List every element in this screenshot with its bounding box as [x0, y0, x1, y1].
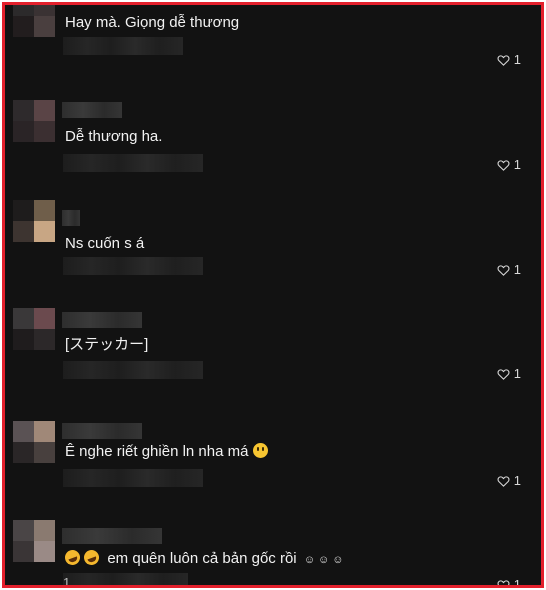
comment-text: Hay mà. Giọng dễ thương: [65, 14, 240, 31]
comment-meta: [63, 469, 203, 487]
comment-text: Ê nghe riết ghiền ln nha má: [65, 443, 249, 460]
heart-icon: [497, 160, 510, 171]
smiley-emoji-icon: ☺: [318, 554, 330, 566]
comment-text-row: Ê nghe riết ghiền ln nha má: [65, 443, 268, 461]
heart-icon: [497, 369, 510, 380]
like-count: 1: [513, 366, 521, 381]
like-button[interactable]: 1: [497, 262, 521, 278]
heart-icon: [497, 265, 510, 276]
grinning-face-emoji-icon: [252, 443, 268, 458]
comment-meta: [63, 257, 203, 275]
comment-text: em quên luôn cả bản gốc rồi: [107, 550, 297, 567]
comment-meta: [63, 361, 203, 379]
like-count: 1: [513, 577, 521, 588]
comment-item: em quên luôn cả bản gốc rồi ☺ ☺ ☺ 1 1: [5, 510, 541, 588]
like-count: 1: [513, 473, 521, 488]
comment-meta: [63, 154, 203, 172]
like-button[interactable]: 1: [497, 52, 521, 68]
smiley-emoji-icon: ☺: [303, 554, 316, 566]
avatar[interactable]: [13, 100, 55, 142]
avatar[interactable]: [13, 5, 55, 37]
username[interactable]: [62, 210, 80, 226]
like-button[interactable]: 1: [497, 577, 521, 588]
comment-item: Hay mà. Giọng dễ thương 1: [5, 5, 541, 75]
rolling-laughing-emoji-icon: [82, 547, 102, 568]
comment-text: [ステッカー]: [65, 336, 149, 353]
avatar[interactable]: [13, 200, 55, 242]
heart-icon: [497, 580, 510, 585]
comment-meta: [63, 573, 188, 585]
comment-text: Ns cuốn s á: [65, 235, 145, 252]
username[interactable]: [62, 423, 142, 439]
comment-text-row: em quên luôn cả bản gốc rồi ☺ ☺ ☺: [62, 547, 344, 569]
like-button[interactable]: 1: [497, 366, 521, 382]
comment-list: Hay mà. Giọng dễ thương 1 Dễ thương ha. …: [2, 2, 544, 588]
like-count: 1: [513, 157, 521, 172]
username[interactable]: [62, 528, 162, 544]
username[interactable]: [62, 102, 122, 118]
comment-item: Ê nghe riết ghiền ln nha má 1: [5, 403, 541, 488]
avatar[interactable]: [13, 308, 55, 350]
comment-item: Dễ thương ha. 1: [5, 100, 541, 180]
smiley-emoji-icon: ☺: [332, 554, 344, 566]
comment-meta: [63, 37, 183, 55]
avatar[interactable]: [13, 421, 55, 463]
like-button[interactable]: 1: [497, 473, 521, 489]
heart-icon: [497, 476, 510, 487]
reply-count[interactable]: 1: [63, 574, 70, 585]
like-count: 1: [513, 52, 521, 67]
heart-icon: [497, 55, 510, 66]
like-button[interactable]: 1: [497, 157, 521, 173]
comment-item: Ns cuốn s á 1: [5, 200, 541, 280]
rolling-laughing-emoji-icon: [62, 547, 83, 568]
username[interactable]: [62, 312, 142, 328]
avatar[interactable]: [13, 520, 55, 562]
like-count: 1: [513, 262, 521, 277]
comment-item: [ステッカー] 1: [5, 300, 541, 382]
comment-text: Dễ thương ha.: [65, 128, 163, 145]
